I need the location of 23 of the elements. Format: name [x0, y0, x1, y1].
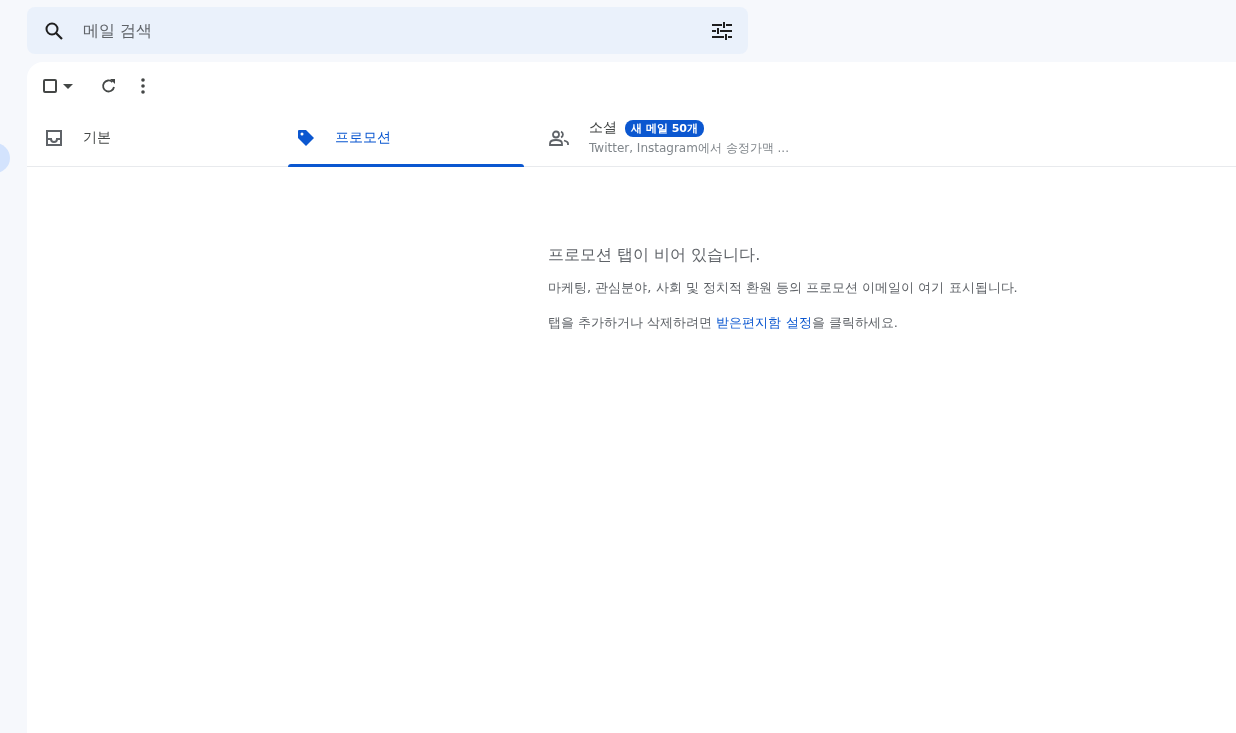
people-icon: [549, 130, 569, 146]
select-all-checkbox[interactable]: [43, 79, 57, 93]
tab-subtitle: Twitter, Instagram에서 송정가맥 ...: [589, 140, 789, 157]
search-input[interactable]: 메일 검색: [81, 20, 694, 41]
tab-label: 소셜: [589, 119, 617, 137]
filter-settings-button[interactable]: [712, 21, 732, 40]
new-mail-badge: 새 메일 50개: [625, 119, 704, 137]
tab-label: 프로모션: [335, 129, 391, 147]
search-icon: [45, 21, 63, 40]
refresh-icon[interactable]: [101, 78, 117, 94]
inbox-icon: [45, 129, 63, 147]
empty-title: 프로모션 탭이 비어 있습니다.: [548, 245, 762, 266]
category-tab[interactable]: 소셜 새 메일 50개 Twitter, Instagram에서 송정가맥 ...: [540, 110, 792, 166]
category-tab[interactable]: 기본: [36, 110, 288, 166]
empty-description: 마케팅, 관심분야, 사회 및 정치적 환원 등의 프로모션 이메일이 여기 표시됩니다.: [548, 279, 1019, 297]
more-options-icon[interactable]: [141, 78, 145, 94]
tab-label: 기본: [83, 129, 111, 147]
caret-icon[interactable]: [63, 83, 73, 89]
search-field[interactable]: 메일 검색: [27, 7, 748, 54]
tag-icon: [297, 129, 315, 147]
empty-hint: 탭을 추가하거나 삭제하려면 받은편지함 설정 을 클릭하세요.: [548, 314, 899, 332]
inbox-settings-link[interactable]: 받은편지함 설정: [716, 315, 812, 330]
category-tab[interactable]: 프로모션: [288, 110, 540, 166]
